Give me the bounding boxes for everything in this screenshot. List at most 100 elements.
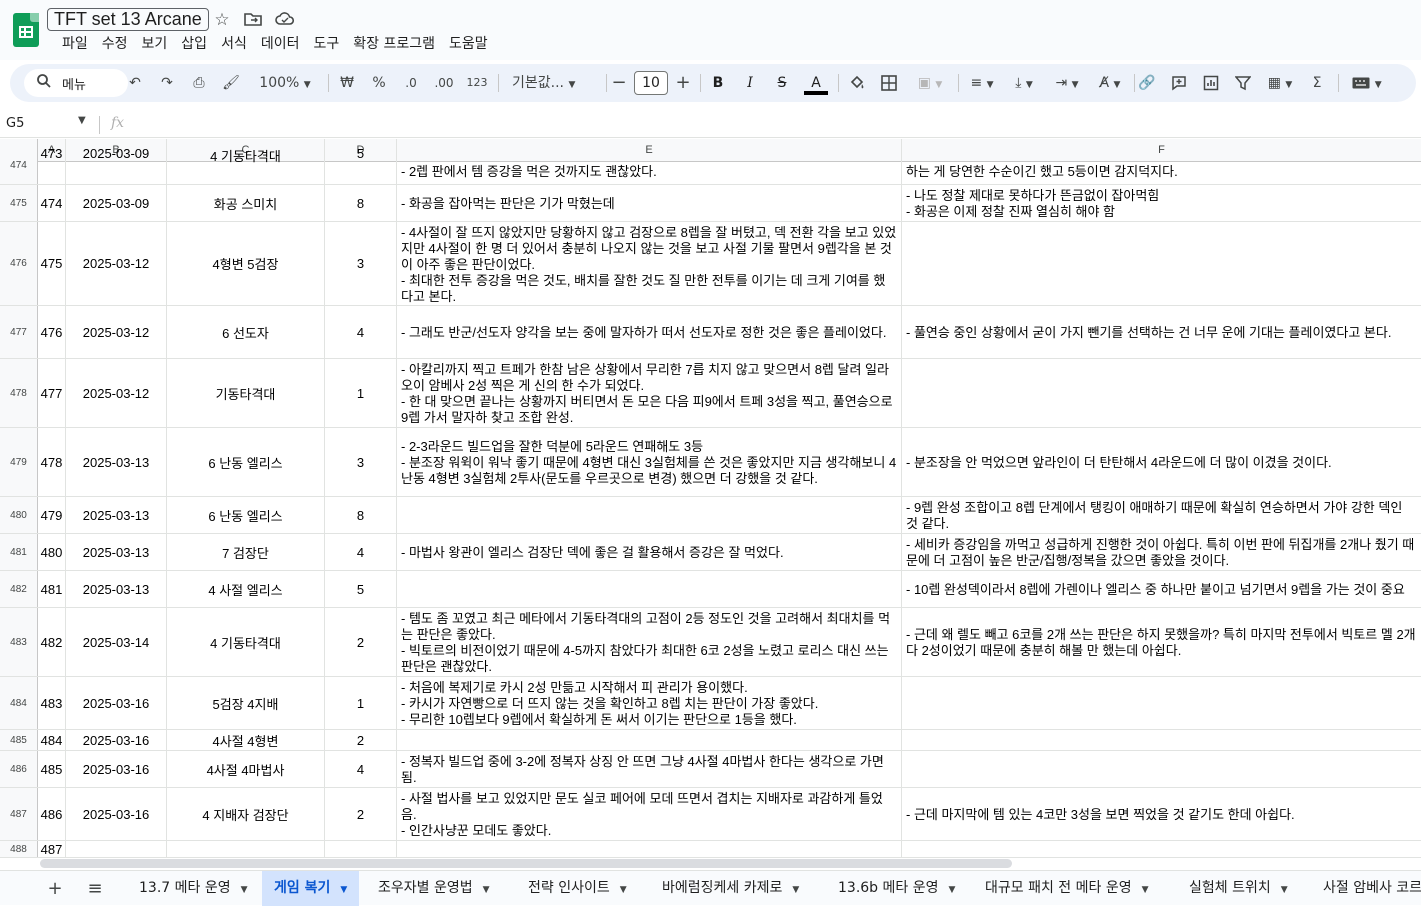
paint-format-icon[interactable]: 🖌 — [220, 64, 242, 102]
cell-c[interactable]: 7 검장단 — [167, 534, 325, 570]
sheet-tab[interactable]: 13.6b 메타 운영 ▼ — [826, 871, 967, 906]
sheet-tab[interactable]: 대규모 패치 전 메타 운영 ▼ — [973, 871, 1161, 906]
cell-f[interactable]: - 분조장을 안 먹었으면 앞라인이 더 탄탄해서 4라운드에 더 많이 이겼을… — [902, 428, 1421, 496]
cell-d[interactable]: 3 — [325, 428, 397, 496]
row-header[interactable]: 488 — [0, 841, 38, 857]
bold-button[interactable]: B — [708, 64, 728, 102]
menu-file[interactable]: 파일 — [55, 35, 95, 53]
horizontal-scrollbar[interactable] — [40, 859, 1012, 868]
row-header[interactable]: 482 — [0, 571, 38, 607]
chevron-down-icon[interactable]: ▼ — [1142, 885, 1149, 895]
row-header[interactable]: 474 — [0, 146, 38, 184]
cell-f[interactable] — [902, 730, 1421, 750]
cell-c[interactable]: 4사절 4형변 — [167, 730, 325, 750]
cell-c[interactable]: 4사절 4마법사 — [167, 751, 325, 787]
cell-f[interactable]: - 세비카 증강임을 까먹고 성급하게 진행한 것이 아쉽다. 특히 이번 판에… — [902, 534, 1421, 570]
cell-d[interactable]: 5 — [325, 571, 397, 607]
font-family-select[interactable]: 기본값... ▼ — [506, 64, 596, 102]
document-title[interactable]: TFT set 13 Arcane — [47, 8, 209, 31]
menu-format[interactable]: 서식 — [214, 35, 254, 53]
undo-icon[interactable]: ↶ — [124, 64, 146, 102]
sheet-tab[interactable]: 전략 인사이트 ▼ — [516, 871, 639, 906]
filter-icon[interactable] — [1232, 64, 1254, 102]
cell-f[interactable] — [902, 841, 1421, 857]
cell-b[interactable]: 2025-03-14 — [66, 608, 167, 676]
cell-e[interactable]: - 템도 좀 꼬였고 최근 메타에서 기동타격대의 고점이 2등 정도인 것을 … — [397, 608, 902, 676]
chevron-down-icon[interactable]: ▼ — [78, 115, 86, 126]
cell-c[interactable]: 6 난동 엘리스 — [167, 428, 325, 496]
cell-f[interactable]: - 근데 왜 렐도 빼고 6코를 2개 쓰는 판단은 하지 못했을까? 특히 마… — [902, 608, 1421, 676]
cell-f[interactable]: - 10렙 완성덱이라서 8렙에 가렌이나 엘리스 중 하나만 붙이고 넘기면서… — [902, 571, 1421, 607]
cell-a[interactable]: 485 — [38, 751, 66, 787]
cell-d[interactable]: 8 — [325, 185, 397, 221]
text-rotation-icon[interactable]: A̸ ▼ — [1090, 64, 1130, 102]
row-header[interactable]: 480 — [0, 497, 38, 533]
row-header[interactable]: 487 — [0, 788, 38, 840]
borders-icon[interactable] — [878, 64, 900, 102]
row-header[interactable]: 478 — [0, 359, 38, 427]
menu-edit[interactable]: 수정 — [95, 35, 135, 53]
text-wrap-icon[interactable]: ⇥ ▼ — [1048, 64, 1086, 102]
zoom-select[interactable]: 100% ▼ — [250, 64, 320, 102]
all-sheets-button[interactable]: ≡ — [83, 877, 107, 901]
star-icon[interactable]: ☆ — [212, 11, 232, 29]
chevron-down-icon[interactable]: ▼ — [1281, 885, 1288, 895]
cell-b[interactable]: 2025-03-16 — [66, 788, 167, 840]
menu-insert[interactable]: 삽입 — [174, 35, 214, 53]
font-size-input[interactable]: 10 — [634, 71, 668, 95]
text-color-button[interactable]: A — [804, 64, 828, 102]
italic-button[interactable]: I — [740, 64, 760, 102]
cell-f[interactable]: 하는 게 당연한 수순이긴 했고 5등이면 감지덕지다. — [902, 146, 1421, 184]
row-header[interactable]: 479 — [0, 428, 38, 496]
sheet-tab[interactable]: 13.7 메타 운영 ▼ — [127, 871, 260, 906]
currency-format-button[interactable]: ₩ — [336, 64, 358, 102]
cell-b[interactable]: 2025-03-12 — [66, 306, 167, 358]
cell-c[interactable]: 4 기동타격대 — [167, 608, 325, 676]
filter-views-icon[interactable]: ▦ ▼ — [1262, 64, 1298, 102]
row-header[interactable]: 477 — [0, 306, 38, 358]
cell-b[interactable]: 2025-03-16 — [66, 751, 167, 787]
vertical-align-icon[interactable]: ⤓ ▼ — [1006, 64, 1042, 102]
cell-f[interactable]: - 나도 정찰 제대로 못하다가 뜬금없이 잡아먹힘 - 화공은 이제 정찰 진… — [902, 185, 1421, 221]
cell-e[interactable]: - 처음에 복제기로 카시 2성 만듦고 시작해서 피 관리가 용이했다. - … — [397, 677, 902, 729]
cell-e[interactable]: - 정복자 빌드업 중에 3-2에 정복자 상징 안 뜨면 그냥 4사절 4마법… — [397, 751, 902, 787]
row-header[interactable]: 476 — [0, 222, 38, 305]
cell-b[interactable]: 2025-03-16 — [66, 730, 167, 750]
sheet-tab[interactable]: 사절 암베사 코르키▼ — [1311, 871, 1421, 906]
cell-e[interactable] — [397, 571, 902, 607]
menu-data[interactable]: 데이터 — [254, 35, 307, 53]
cell-b[interactable]: 2025-03-13 — [66, 428, 167, 496]
cell-a[interactable]: 487 — [38, 841, 66, 857]
sheet-tab[interactable]: 게임 복기 ▼ — [262, 871, 360, 906]
redo-icon[interactable]: ↷ — [156, 64, 178, 102]
cell-e[interactable]: - 아칼리까지 찍고 트페가 한참 남은 상황에서 무리한 7릅 치지 않고 맞… — [397, 359, 902, 427]
cell-f[interactable] — [902, 677, 1421, 729]
cell-d[interactable]: 2 — [325, 730, 397, 750]
chevron-down-icon[interactable]: ▼ — [948, 885, 955, 895]
cell-a[interactable]: 482 — [38, 608, 66, 676]
spreadsheet-grid[interactable]: A B C D E F 474 473 2025-03-09 4 기동타격대 5- 2렙… — [0, 139, 1421, 870]
cell-e[interactable] — [397, 730, 902, 750]
cell-a[interactable]: 484 — [38, 730, 66, 750]
strikethrough-button[interactable]: S — [772, 64, 792, 102]
cell-d[interactable]: 5 — [325, 146, 397, 184]
cell-d[interactable]: 4 — [325, 306, 397, 358]
cell-c[interactable] — [167, 841, 325, 857]
cell-b[interactable]: 2025-03-09 — [66, 146, 167, 184]
row-header[interactable]: 481 — [0, 534, 38, 570]
cell-d[interactable]: 4 — [325, 534, 397, 570]
cell-f[interactable] — [902, 359, 1421, 427]
menu-extensions[interactable]: 확장 프로그램 — [346, 35, 442, 53]
cell-e[interactable]: - 마법사 왕관이 엘리스 검장단 덱에 좋은 걸 활용해서 증강은 잘 먹었다… — [397, 534, 902, 570]
cell-e[interactable]: - 화공을 잡아먹는 판단은 기가 막혔는데 — [397, 185, 902, 221]
chevron-down-icon[interactable]: ▼ — [340, 885, 347, 895]
chevron-down-icon[interactable]: ▼ — [483, 885, 490, 895]
cell-b[interactable] — [66, 841, 167, 857]
number-format-button[interactable]: 123 — [464, 64, 490, 102]
decrease-decimal-button[interactable]: .0 — [398, 64, 424, 102]
cell-f[interactable] — [902, 222, 1421, 305]
cell-d[interactable]: 2 — [325, 788, 397, 840]
cell-b[interactable]: 2025-03-13 — [66, 497, 167, 533]
sheets-logo-icon[interactable] — [13, 13, 39, 47]
font-size-decrease-button[interactable]: − — [610, 64, 628, 102]
